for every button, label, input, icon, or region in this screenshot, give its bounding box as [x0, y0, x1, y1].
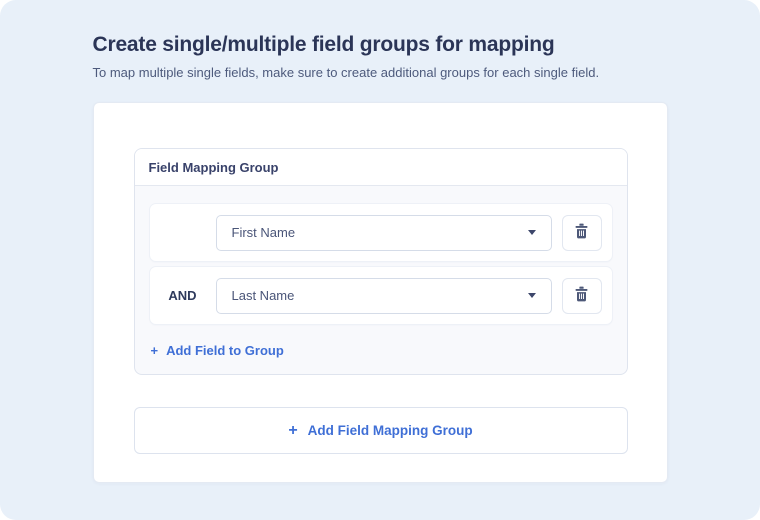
add-field-mapping-group-button[interactable]: + Add Field Mapping Group	[133, 407, 628, 454]
operator-label: AND	[168, 288, 197, 303]
add-field-to-group-link[interactable]: + Add Field to Group	[150, 343, 284, 358]
group-body: First Name AND Last Name + Add Field to …	[135, 186, 627, 374]
field-select-last-name[interactable]: Last Name	[215, 277, 552, 314]
field-mapping-group: Field Mapping Group First Name AND Last …	[133, 148, 628, 375]
page-title: Create single/multiple field groups for …	[92, 33, 555, 56]
plus-icon: +	[150, 343, 159, 358]
mapping-card: Field Mapping Group First Name AND Last …	[92, 102, 668, 483]
plus-icon: +	[288, 421, 298, 439]
group-header: Field Mapping Group	[134, 149, 627, 186]
chevron-down-icon	[527, 230, 536, 235]
field-row: AND Last Name	[149, 267, 612, 324]
page-subtitle: To map multiple single fields, make sure…	[92, 65, 600, 80]
field-select-value: First Name	[231, 225, 296, 240]
add-field-mapping-group-label: Add Field Mapping Group	[307, 423, 473, 438]
field-select-first-name[interactable]: First Name	[215, 214, 552, 251]
chevron-down-icon	[527, 293, 536, 298]
delete-field-button[interactable]	[561, 214, 602, 251]
trash-icon	[574, 223, 589, 242]
field-select-value: Last Name	[231, 288, 295, 303]
delete-field-button[interactable]	[561, 277, 602, 314]
page-background: Create single/multiple field groups for …	[0, 0, 760, 520]
field-row: First Name	[149, 204, 612, 261]
add-field-to-group-label: Add Field to Group	[166, 343, 284, 358]
trash-icon	[574, 286, 589, 305]
